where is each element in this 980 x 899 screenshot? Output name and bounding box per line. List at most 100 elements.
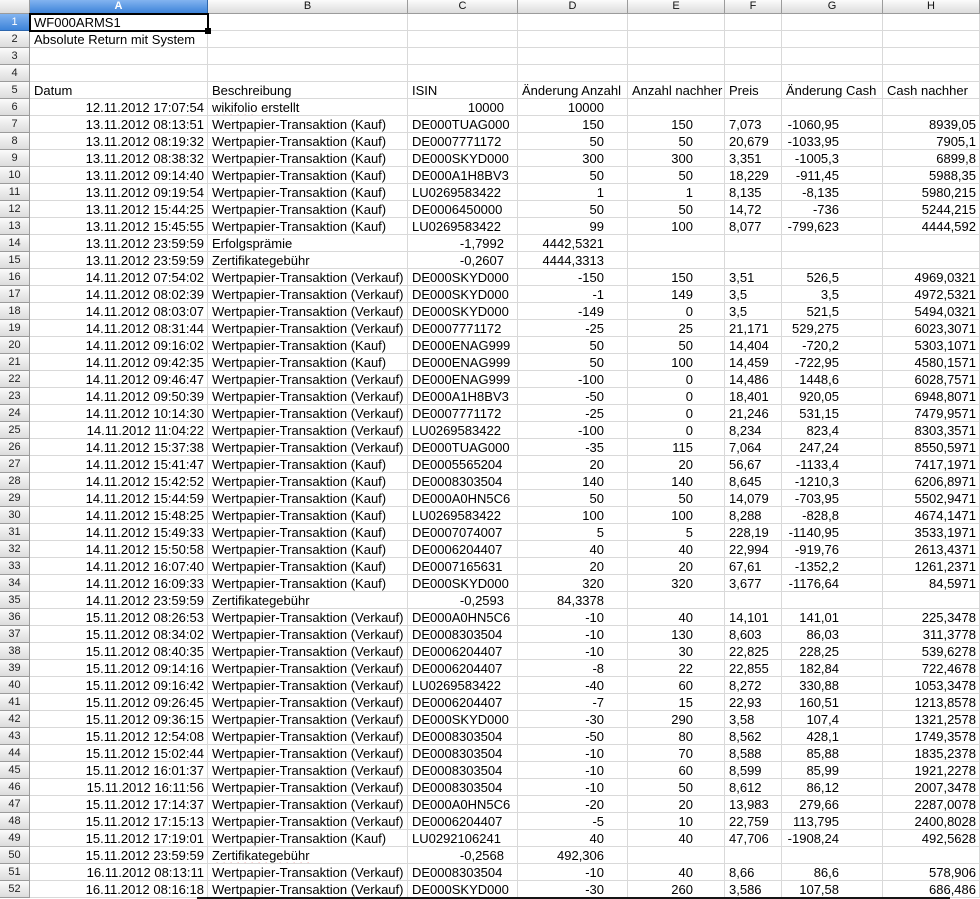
cell-D51[interactable]: -10 xyxy=(518,864,628,881)
cell-E16[interactable]: 150 xyxy=(628,269,725,286)
cell-C41[interactable]: DE0006204407 xyxy=(408,694,518,711)
cell-C50[interactable]: -0,2568 xyxy=(408,847,518,864)
cell-F4[interactable] xyxy=(725,65,782,82)
row-header-41[interactable]: 41 xyxy=(0,694,30,711)
cell-G38[interactable]: 228,25 xyxy=(782,643,883,660)
column-header-E[interactable]: E xyxy=(628,0,725,14)
cell-D45[interactable]: -10 xyxy=(518,762,628,779)
cell-H39[interactable]: 722,4678 xyxy=(883,660,980,677)
cell-D14[interactable]: 4442,5321 xyxy=(518,235,628,252)
cell-A41[interactable]: 15.11.2012 09:26:45 xyxy=(30,694,208,711)
cell-D35[interactable]: 84,3378 xyxy=(518,592,628,609)
cell-D12[interactable]: 50 xyxy=(518,201,628,218)
cell-D25[interactable]: -100 xyxy=(518,422,628,439)
cell-F18[interactable]: 3,5 xyxy=(725,303,782,320)
cell-B31[interactable]: Wertpapier-Transaktion (Kauf) xyxy=(208,524,408,541)
row-header-30[interactable]: 30 xyxy=(0,507,30,524)
cell-G37[interactable]: 86,03 xyxy=(782,626,883,643)
cell-H27[interactable]: 7417,1971 xyxy=(883,456,980,473)
row-header-48[interactable]: 48 xyxy=(0,813,30,830)
cell-D31[interactable]: 5 xyxy=(518,524,628,541)
cell-F3[interactable] xyxy=(725,48,782,65)
row-header-40[interactable]: 40 xyxy=(0,677,30,694)
cell-G23[interactable]: 920,05 xyxy=(782,388,883,405)
cell-B3[interactable] xyxy=(208,48,408,65)
cell-C23[interactable]: DE000A1H8BV3 xyxy=(408,388,518,405)
cell-G47[interactable]: 279,66 xyxy=(782,796,883,813)
cell-C19[interactable]: DE0007771172 xyxy=(408,320,518,337)
row-header-7[interactable]: 7 xyxy=(0,116,30,133)
cell-G25[interactable]: 823,4 xyxy=(782,422,883,439)
cell-C7[interactable]: DE000TUAG000 xyxy=(408,116,518,133)
cell-B40[interactable]: Wertpapier-Transaktion (Verkauf) xyxy=(208,677,408,694)
row-header-15[interactable]: 15 xyxy=(0,252,30,269)
cell-C6[interactable]: 10000 xyxy=(408,99,518,116)
cell-B24[interactable]: Wertpapier-Transaktion (Verkauf) xyxy=(208,405,408,422)
cell-B37[interactable]: Wertpapier-Transaktion (Verkauf) xyxy=(208,626,408,643)
cell-H49[interactable]: 492,5628 xyxy=(883,830,980,847)
cell-E14[interactable] xyxy=(628,235,725,252)
cell-F16[interactable]: 3,51 xyxy=(725,269,782,286)
cell-E10[interactable]: 50 xyxy=(628,167,725,184)
cell-F32[interactable]: 22,994 xyxy=(725,541,782,558)
cell-C4[interactable] xyxy=(408,65,518,82)
cell-G32[interactable]: -919,76 xyxy=(782,541,883,558)
row-header-16[interactable]: 16 xyxy=(0,269,30,286)
cell-F15[interactable] xyxy=(725,252,782,269)
cell-G12[interactable]: -736 xyxy=(782,201,883,218)
cell-H46[interactable]: 2007,3478 xyxy=(883,779,980,796)
cell-E52[interactable]: 260 xyxy=(628,881,725,898)
cell-F12[interactable]: 14,72 xyxy=(725,201,782,218)
cell-F19[interactable]: 21,171 xyxy=(725,320,782,337)
cell-D20[interactable]: 50 xyxy=(518,337,628,354)
cell-B32[interactable]: Wertpapier-Transaktion (Kauf) xyxy=(208,541,408,558)
cell-B50[interactable]: Zertifikategebühr xyxy=(208,847,408,864)
column-header-A[interactable]: A xyxy=(30,0,208,14)
row-header-33[interactable]: 33 xyxy=(0,558,30,575)
cell-D17[interactable]: -1 xyxy=(518,286,628,303)
cell-C9[interactable]: DE000SKYD000 xyxy=(408,150,518,167)
cell-A12[interactable]: 13.11.2012 15:44:25 xyxy=(30,201,208,218)
cell-A13[interactable]: 13.11.2012 15:45:55 xyxy=(30,218,208,235)
cell-H48[interactable]: 2400,8028 xyxy=(883,813,980,830)
cell-G14[interactable] xyxy=(782,235,883,252)
row-header-5[interactable]: 5 xyxy=(0,82,30,99)
cell-C1[interactable] xyxy=(408,14,518,31)
cell-B6[interactable]: wikifolio erstellt xyxy=(208,99,408,116)
cell-C15[interactable]: -0,2607 xyxy=(408,252,518,269)
cell-B10[interactable]: Wertpapier-Transaktion (Kauf) xyxy=(208,167,408,184)
cell-D39[interactable]: -8 xyxy=(518,660,628,677)
cell-A42[interactable]: 15.11.2012 09:36:15 xyxy=(30,711,208,728)
cell-E8[interactable]: 50 xyxy=(628,133,725,150)
cell-B19[interactable]: Wertpapier-Transaktion (Verkauf) xyxy=(208,320,408,337)
cell-F14[interactable] xyxy=(725,235,782,252)
row-header-23[interactable]: 23 xyxy=(0,388,30,405)
cell-H19[interactable]: 6023,3071 xyxy=(883,320,980,337)
cell-G9[interactable]: -1005,3 xyxy=(782,150,883,167)
cell-D44[interactable]: -10 xyxy=(518,745,628,762)
column-header-C[interactable]: C xyxy=(408,0,518,14)
cell-A6[interactable]: 12.11.2012 17:07:54 xyxy=(30,99,208,116)
cell-B45[interactable]: Wertpapier-Transaktion (Verkauf) xyxy=(208,762,408,779)
row-header-19[interactable]: 19 xyxy=(0,320,30,337)
cell-H3[interactable] xyxy=(883,48,980,65)
cell-A5[interactable]: Datum xyxy=(30,82,208,99)
cell-G51[interactable]: 86,6 xyxy=(782,864,883,881)
cell-A1[interactable]: WF000ARMS1 xyxy=(30,14,208,31)
cell-F39[interactable]: 22,855 xyxy=(725,660,782,677)
cell-B9[interactable]: Wertpapier-Transaktion (Kauf) xyxy=(208,150,408,167)
cell-F36[interactable]: 14,101 xyxy=(725,609,782,626)
cell-G21[interactable]: -722,95 xyxy=(782,354,883,371)
row-header-35[interactable]: 35 xyxy=(0,592,30,609)
cell-C8[interactable]: DE0007771172 xyxy=(408,133,518,150)
cell-D9[interactable]: 300 xyxy=(518,150,628,167)
cell-A37[interactable]: 15.11.2012 08:34:02 xyxy=(30,626,208,643)
cell-C40[interactable]: LU0269583422 xyxy=(408,677,518,694)
cell-G7[interactable]: -1060,95 xyxy=(782,116,883,133)
cell-F37[interactable]: 8,603 xyxy=(725,626,782,643)
cell-E18[interactable]: 0 xyxy=(628,303,725,320)
cell-G5[interactable]: Änderung Cash xyxy=(782,82,883,99)
cell-B51[interactable]: Wertpapier-Transaktion (Verkauf) xyxy=(208,864,408,881)
row-header-6[interactable]: 6 xyxy=(0,99,30,116)
cell-E21[interactable]: 100 xyxy=(628,354,725,371)
